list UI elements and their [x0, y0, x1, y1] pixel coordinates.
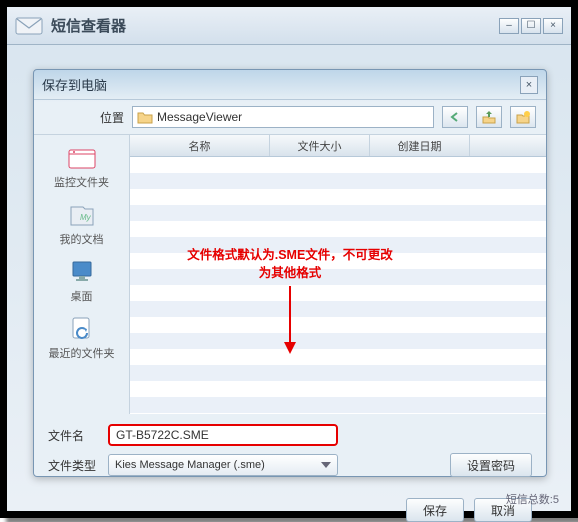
folder-icon [137, 110, 153, 124]
set-password-button[interactable]: 设置密码 [450, 453, 532, 477]
col-size[interactable]: 文件大小 [270, 135, 370, 156]
filetype-select[interactable]: Kies Message Manager (.sme) [108, 454, 338, 476]
desktop-icon [67, 257, 97, 285]
svg-text:My: My [80, 213, 92, 222]
back-button[interactable] [442, 106, 468, 128]
location-label: 位置 [92, 109, 124, 126]
annotation-line2: 为其他格式 [160, 265, 420, 283]
mail-icon [15, 16, 43, 36]
app-title: 短信查看器 [51, 15, 126, 36]
dialog-close-button[interactable]: × [520, 76, 538, 94]
filename-label: 文件名 [48, 427, 98, 444]
sidebar-item-monitor-folder[interactable]: 监控文件夹 [54, 143, 109, 190]
recent-icon [67, 314, 97, 342]
col-name[interactable]: 名称 [130, 135, 270, 156]
sidebar-item-label: 监控文件夹 [54, 174, 109, 190]
annotation: 文件格式默认为.SME文件，不可更改 为其他格式 [160, 247, 420, 356]
sidebar-item-label: 最近的文件夹 [49, 345, 115, 361]
annotation-line1: 文件格式默认为.SME文件，不可更改 [160, 247, 420, 265]
dialog-titlebar: 保存到电脑 × [34, 70, 546, 100]
save-button[interactable]: 保存 [406, 498, 464, 522]
up-button[interactable] [476, 106, 502, 128]
arrow-icon [280, 286, 300, 356]
filetype-value: Kies Message Manager (.sme) [115, 459, 265, 471]
file-list: 名称 文件大小 创建日期 文件格式默认为.SME文件，不可更改 为其他格式 [130, 134, 546, 414]
filetype-label: 文件类型 [48, 457, 98, 474]
close-button[interactable]: × [543, 18, 563, 34]
monitor-folder-icon [67, 143, 97, 171]
column-headers: 名称 文件大小 创建日期 [130, 135, 546, 157]
col-date[interactable]: 创建日期 [370, 135, 470, 156]
sidebar-item-desktop[interactable]: 桌面 [67, 257, 97, 304]
minimize-button[interactable]: – [499, 18, 519, 34]
documents-icon: My [67, 200, 97, 228]
save-dialog: 保存到电脑 × 位置 MessageViewer 监控文件夹 [33, 69, 547, 477]
sidebar-item-label: 我的文档 [60, 231, 104, 247]
chevron-down-icon [321, 462, 331, 468]
status-bar: 短信总数:5 [506, 491, 559, 507]
maximize-button[interactable]: ☐ [521, 18, 541, 34]
dialog-title: 保存到电脑 [42, 75, 107, 94]
filename-input[interactable] [108, 424, 338, 446]
sidebar-item-label: 桌面 [71, 288, 93, 304]
app-window: 短信查看器 – ☐ × 保存到电脑 × 位置 MessageViewer [7, 7, 571, 511]
path-text: MessageViewer [157, 110, 242, 124]
sidebar-item-my-documents[interactable]: My 我的文档 [60, 200, 104, 247]
path-input[interactable]: MessageViewer [132, 106, 434, 128]
file-list-body[interactable]: 文件格式默认为.SME文件，不可更改 为其他格式 [130, 157, 546, 414]
new-folder-button[interactable] [510, 106, 536, 128]
title-bar: 短信查看器 – ☐ × [7, 7, 571, 45]
sidebar: 监控文件夹 My 我的文档 桌面 最近的文件夹 [34, 134, 130, 414]
sidebar-item-recent-folder[interactable]: 最近的文件夹 [49, 314, 115, 361]
